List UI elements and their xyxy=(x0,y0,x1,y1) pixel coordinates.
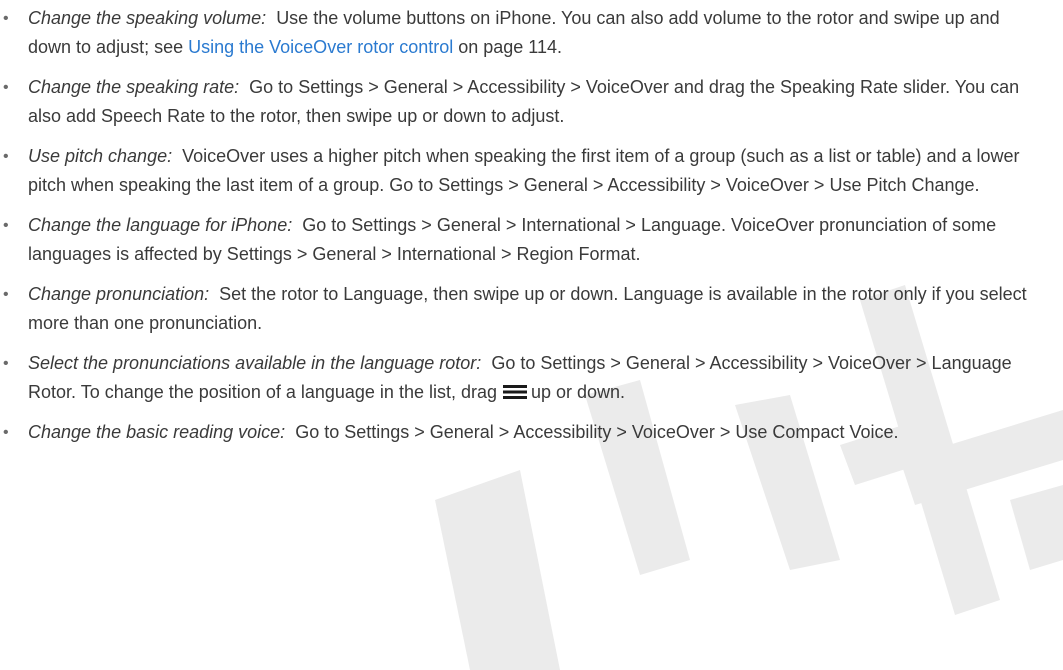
list-item: • Change the basic reading voice: Go to … xyxy=(0,418,1063,447)
item-page-reference: on page 114. xyxy=(453,37,562,57)
list-item: • Change pronunciation: Set the rotor to… xyxy=(0,280,1063,338)
item-term: Change pronunciation: xyxy=(28,284,210,304)
item-body: Go to Settings > General > Accessibility… xyxy=(295,422,899,442)
cross-reference-link[interactable]: Using the VoiceOver rotor control xyxy=(188,37,453,57)
item-term: Change the language for iPhone: xyxy=(28,215,293,235)
bullet-marker: • xyxy=(3,424,9,441)
item-term: Select the pronunciations available in t… xyxy=(28,353,482,373)
bullet-marker: • xyxy=(3,286,9,303)
voiceover-settings-list: • Change the speaking volume: Use the vo… xyxy=(0,4,1063,447)
reorder-handle-icon xyxy=(503,385,527,399)
bullet-marker: • xyxy=(3,79,9,96)
item-term: Change the speaking volume: xyxy=(28,8,267,28)
item-term: Use pitch change: xyxy=(28,146,173,166)
bullet-marker: • xyxy=(3,355,9,372)
bullet-marker: • xyxy=(3,10,9,27)
list-item: • Use pitch change: VoiceOver uses a hig… xyxy=(0,142,1063,200)
document-page: • Change the speaking volume: Use the vo… xyxy=(0,0,1063,447)
list-item: • Change the language for iPhone: Go to … xyxy=(0,211,1063,269)
item-term: Change the basic reading voice: xyxy=(28,422,286,442)
item-term: Change the speaking rate: xyxy=(28,77,240,97)
list-item: • Select the pronunciations available in… xyxy=(0,349,1063,407)
list-item: • Change the speaking volume: Use the vo… xyxy=(0,4,1063,62)
list-item: • Change the speaking rate: Go to Settin… xyxy=(0,73,1063,131)
bullet-marker: • xyxy=(3,148,9,165)
item-body-end: up or down. xyxy=(531,382,626,402)
bullet-marker: • xyxy=(3,217,9,234)
